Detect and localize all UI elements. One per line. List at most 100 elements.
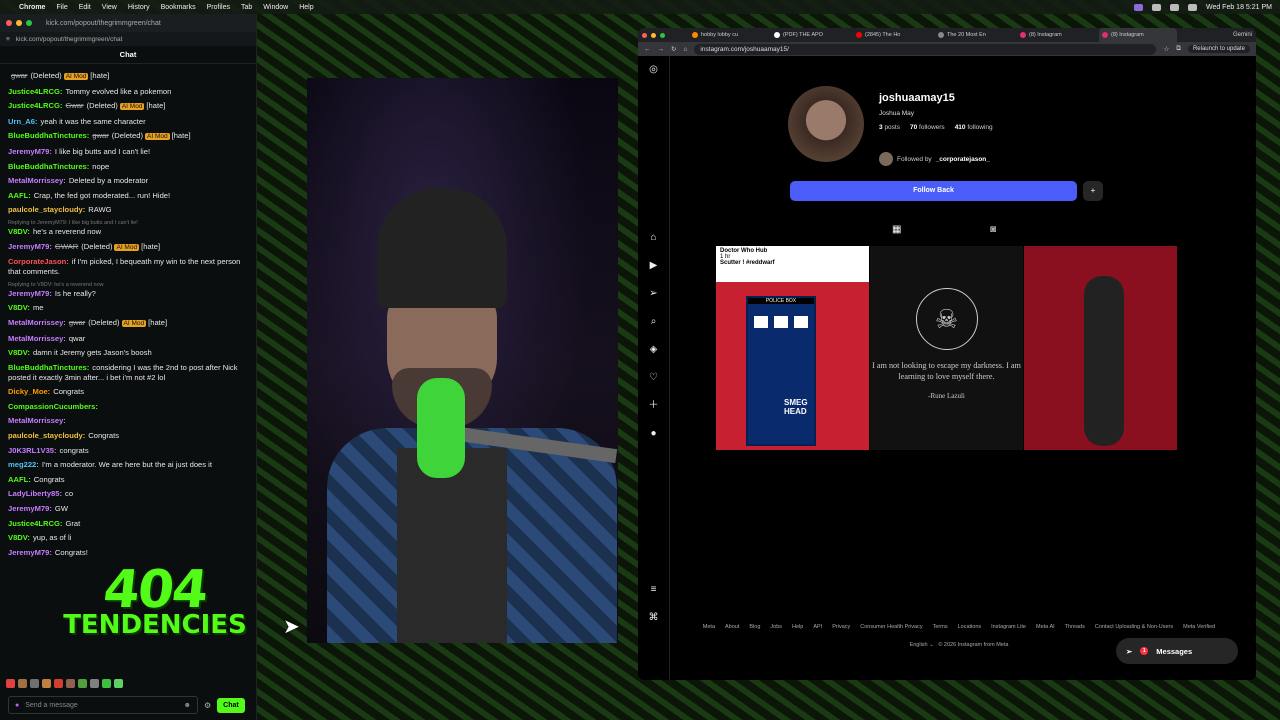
chat-message[interactable]: JeremyM79: GWAR (Deleted) AI Mod [hate] (8, 242, 248, 253)
chat-username[interactable]: BlueBuddhaTinctures: (8, 363, 89, 372)
kick-address-bar[interactable]: ≡ kick.com/popout/thegrimmgreen/chat (0, 32, 256, 46)
menu-profiles[interactable]: Profiles (207, 4, 230, 11)
chat-username[interactable]: MetalMorrissey: (8, 334, 66, 343)
post-tile-1[interactable]: Doctor Who Hub 1 hr Scutter ! #reddwarf … (716, 246, 869, 450)
chat-message[interactable]: LadyLiberty85: co (8, 489, 248, 499)
tab-most-en[interactable]: The 20 Most En (935, 32, 1013, 38)
chat-username[interactable]: V8DV: (8, 303, 30, 312)
reload-icon[interactable]: ↻ (671, 45, 676, 53)
followers-count[interactable]: 70 followers (910, 124, 945, 131)
chat-username[interactable]: BlueBuddhaTinctures: (8, 131, 89, 140)
footer-link[interactable]: Blog (749, 624, 760, 630)
posts-grid-icon[interactable]: ▦ (892, 224, 901, 235)
forward-icon[interactable]: → (658, 46, 665, 53)
chat-username[interactable]: JeremyM79: (8, 147, 52, 156)
emote-icon[interactable] (102, 679, 111, 688)
chat-username[interactable]: paulcole_staycloudy: (8, 205, 85, 214)
emoji-icon[interactable]: ☻ (184, 702, 191, 709)
tab-instagram-active[interactable]: (8) Instagram (1099, 28, 1177, 42)
footer-link[interactable]: Meta Verified (1183, 624, 1215, 630)
chat-message[interactable]: JeremyM79: GW (8, 504, 248, 514)
chat-message[interactable]: Justice4LRCG: Tommy evolved like a pokemo… (8, 87, 248, 97)
footer-link[interactable]: Locations (958, 624, 982, 630)
instagram-logo-icon[interactable]: ◎ (649, 56, 658, 84)
chat-username[interactable]: V8DV: (8, 348, 30, 357)
home-icon[interactable]: ⌂ (650, 224, 656, 252)
chat-send-button[interactable]: Chat (217, 697, 245, 713)
back-icon[interactable]: ← (644, 46, 651, 53)
chat-username[interactable]: CompassionCucumbers: (8, 402, 98, 411)
footer-link[interactable]: API (813, 624, 822, 630)
chat-message[interactable]: CompassionCucumbers: (8, 402, 248, 412)
chat-message[interactable]: MetalMorrissey: (8, 416, 248, 426)
chat-message[interactable]: AAFL: Crap, the fed got moderated... run!… (8, 191, 248, 201)
chat-username[interactable]: V8DV: (8, 533, 30, 542)
chat-username[interactable]: MetalMorrissey: (8, 176, 66, 185)
gemini-button[interactable]: Gemini (1233, 32, 1252, 38)
suggested-users-icon[interactable]: + (1083, 181, 1103, 201)
profile-avatar-icon[interactable]: ● (650, 420, 656, 448)
search-icon[interactable]: ⌕ (651, 308, 657, 336)
gear-icon[interactable]: ⚙ (204, 701, 211, 710)
menu-view[interactable]: View (102, 4, 117, 11)
footer-link[interactable]: Meta (703, 624, 715, 630)
chat-message[interactable]: V8DV: damn it Jeremy gets Jason's boosh (8, 348, 248, 358)
chat-username[interactable]: Justice4LRCG: (8, 101, 62, 110)
mic-icon[interactable]: ● (15, 702, 19, 709)
chat-message[interactable]: MetalMorrissey: Deleted by a moderator (8, 176, 248, 186)
chat-username[interactable]: MetalMorrissey: (8, 416, 66, 425)
chat-username[interactable]: Dicky_Moe: (8, 387, 50, 396)
chat-username[interactable]: CorporateJason: (8, 257, 69, 266)
chat-username[interactable]: BlueBuddhaTinctures: (8, 162, 89, 171)
menu-help[interactable]: Help (299, 4, 313, 11)
status-icon[interactable] (1133, 3, 1143, 11)
chat-username[interactable]: AAFL: (8, 475, 31, 484)
explore-icon[interactable]: ◈ (650, 336, 658, 364)
chat-username[interactable]: J0K3RL1V35: (8, 446, 57, 455)
tagged-icon[interactable]: ◙ (990, 224, 996, 235)
minimize-window-icon[interactable] (651, 32, 656, 38)
footer-link[interactable]: Jobs (770, 624, 782, 630)
close-window-icon[interactable] (642, 32, 647, 38)
footer-link[interactable]: Help (792, 624, 803, 630)
menu-file[interactable]: File (56, 4, 67, 11)
footer-link[interactable]: Contact Uploading & Non-Users (1095, 624, 1173, 630)
chat-message[interactable]: JeremyM79: Congrats! (8, 548, 248, 558)
home-icon[interactable]: ⌂ (683, 46, 687, 53)
chat-message[interactable]: J0K3RL1V35: congrats (8, 446, 248, 456)
menu-bookmarks[interactable]: Bookmarks (161, 4, 196, 11)
menu-edit[interactable]: Edit (79, 4, 91, 11)
maximize-window-icon[interactable] (26, 20, 32, 26)
tab-hobby-lobby[interactable]: hobby lobby cu (689, 32, 767, 38)
menu-history[interactable]: History (128, 4, 150, 11)
emote-icon[interactable] (66, 679, 75, 688)
emote-icon[interactable] (114, 679, 123, 688)
chat-message[interactable]: MetalMorrissey: gwar (Deleted) AI Mod [hate] (8, 318, 248, 329)
chat-username[interactable]: JeremyM79: (8, 504, 52, 513)
chat-message[interactable]: V8DV: me (8, 303, 248, 313)
wifi-icon[interactable] (1151, 3, 1161, 11)
chat-message[interactable]: JeremyM79: I like big butts and I can't l… (8, 147, 248, 157)
followed-by[interactable]: Followed by _corporatejason_ (879, 152, 990, 166)
chat-username[interactable]: MetalMorrissey: (8, 318, 66, 327)
chat-username[interactable]: JeremyM79: (8, 548, 52, 557)
footer-link[interactable]: Meta AI (1036, 624, 1055, 630)
emote-icon[interactable] (54, 679, 63, 688)
direct-icon[interactable]: ➢ (649, 280, 657, 308)
reels-icon[interactable]: ▶ (650, 252, 658, 280)
chat-username[interactable]: JeremyM79: (8, 242, 52, 251)
menu-window[interactable]: Window (263, 4, 288, 11)
chat-message[interactable]: Replying to JeremyM79: I like big butts … (8, 220, 248, 237)
chat-message[interactable]: BlueBuddhaTinctures: nope (8, 162, 248, 172)
tab-instagram-1[interactable]: (8) Instagram (1017, 32, 1095, 38)
chat-message[interactable]: Justice4LRCG: Gwar (Deleted) AI Mod [hate] (8, 101, 248, 112)
chat-message[interactable]: paulcole_staycloudy: Congrats (8, 431, 248, 441)
also-from-meta-icon[interactable]: ⌘ (649, 604, 659, 632)
star-icon[interactable]: ☆ (1163, 45, 1169, 53)
create-icon[interactable]: ＋ (649, 392, 659, 420)
battery-icon[interactable] (1169, 3, 1179, 11)
footer-link[interactable]: Threads (1065, 624, 1085, 630)
chat-message[interactable]: Urn_A6: yeah it was the same character (8, 117, 248, 127)
chat-message[interactable]: CorporateJason: if I'm picked, I bequeath… (8, 257, 248, 277)
follow-back-button[interactable]: Follow Back (790, 181, 1077, 201)
